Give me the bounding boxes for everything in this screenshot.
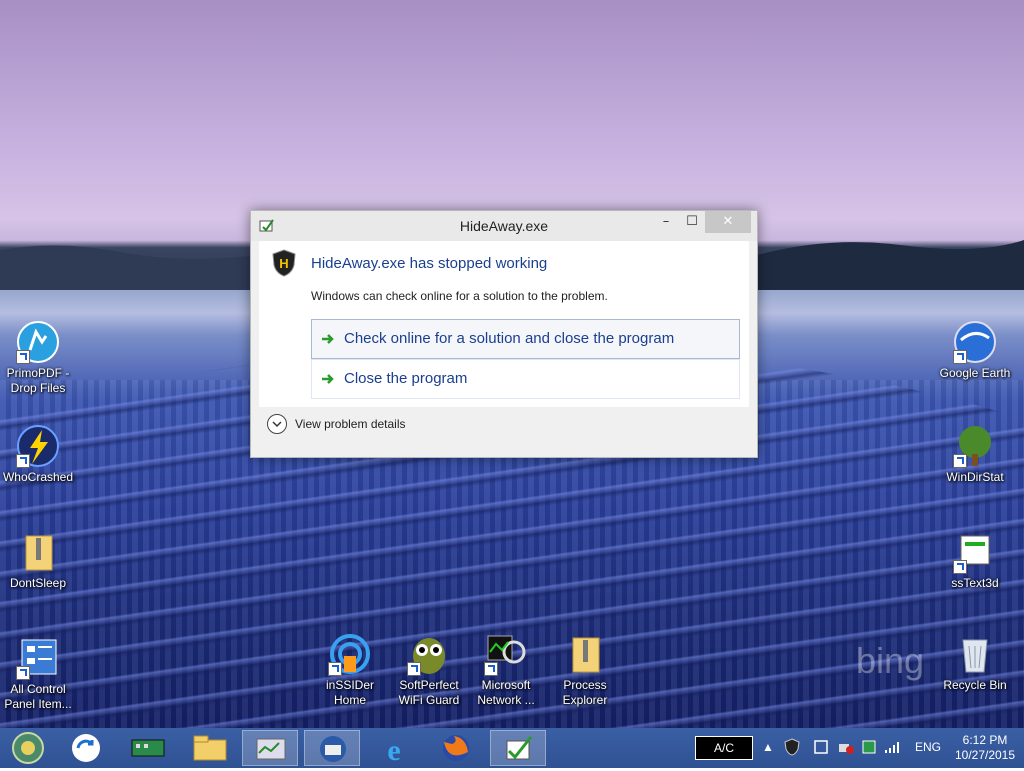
desktop-icon-dontsleep[interactable]: DontSleep bbox=[0, 530, 76, 591]
svg-text:e: e bbox=[387, 734, 400, 766]
google-earth-icon bbox=[953, 320, 997, 364]
taskbar-app-firefox[interactable] bbox=[428, 730, 484, 766]
taskbar-app-task-manager[interactable] bbox=[242, 730, 298, 766]
shield-tray-icon[interactable] bbox=[784, 738, 800, 756]
close-program-label: Close the program bbox=[344, 370, 468, 387]
start-button[interactable] bbox=[2, 730, 58, 766]
desktop-icon-label: DontSleep bbox=[9, 576, 67, 590]
screensaver-icon bbox=[953, 530, 997, 574]
desktop-icon-primopdf[interactable]: PrimoPDF - Drop Files bbox=[0, 320, 76, 396]
desktop-icon-windirstat[interactable]: WinDirStat bbox=[937, 424, 1013, 485]
tray-overflow-chevron-icon[interactable]: ▲ bbox=[762, 740, 774, 754]
clock-date: 10/27/2015 bbox=[954, 748, 1016, 762]
check-online-button[interactable]: Check online for a solution and close th… bbox=[311, 319, 740, 359]
shortcut-arrow-icon bbox=[16, 666, 30, 680]
view-details-label: View problem details bbox=[295, 417, 406, 431]
window-tray-icon[interactable] bbox=[814, 740, 828, 754]
primopdf-icon bbox=[16, 320, 60, 364]
shortcut-arrow-icon bbox=[953, 454, 967, 468]
chevron-down-icon bbox=[267, 414, 287, 434]
start-orb-icon bbox=[12, 732, 44, 764]
desktop-icon-label: Google Earth bbox=[939, 366, 1011, 380]
desktop-icon-label: Process Explorer bbox=[562, 678, 608, 707]
green-arrow-icon bbox=[322, 334, 334, 344]
bing-watermark: bing bbox=[856, 640, 925, 681]
desktop-icon-label: Recycle Bin bbox=[943, 678, 1007, 692]
network-error-icon[interactable] bbox=[838, 740, 854, 754]
shortcut-arrow-icon bbox=[16, 350, 30, 364]
taskbar-app-network-card[interactable] bbox=[120, 730, 176, 766]
dialog-titlebar[interactable]: HideAway.exe – ☐ ✕ bbox=[251, 211, 757, 241]
ac-indicator[interactable]: A/C bbox=[695, 736, 753, 760]
error-dialog: HideAway.exe – ☐ ✕ H HideAway.exe has st… bbox=[250, 210, 758, 458]
shortcut-arrow-icon bbox=[328, 662, 342, 676]
svg-text:H: H bbox=[279, 256, 288, 271]
taskbar-app-internet-explorer[interactable]: e bbox=[366, 730, 422, 767]
error-heading: HideAway.exe has stopped working bbox=[311, 255, 548, 272]
task-manager-icon bbox=[256, 738, 286, 760]
windirstat-tree-icon bbox=[953, 424, 997, 468]
desktop-icon-inssider[interactable]: inSSIDer Home bbox=[312, 632, 388, 708]
whocrashed-icon bbox=[16, 424, 60, 468]
shortcut-arrow-icon bbox=[953, 560, 967, 574]
desktop: bing PrimoPDF - Drop Files WhoCrashed Do… bbox=[0, 0, 1024, 728]
shortcut-arrow-icon bbox=[16, 454, 30, 468]
thunderbird-icon bbox=[320, 736, 346, 762]
network-monitor-icon bbox=[484, 632, 528, 676]
signal-bars-icon[interactable] bbox=[884, 740, 902, 754]
dialog-content: H HideAway.exe has stopped working Windo… bbox=[259, 241, 749, 407]
desktop-icon-label: SoftPerfect WiFi Guard bbox=[398, 678, 460, 707]
shortcut-arrow-icon bbox=[407, 662, 421, 676]
taskbar-app-file-explorer[interactable] bbox=[182, 730, 238, 766]
clock[interactable]: 6:12 PM 10/27/2015 bbox=[950, 733, 1020, 763]
desktop-icon-label: All Control Panel Item... bbox=[4, 682, 72, 711]
network-card-icon bbox=[131, 739, 165, 757]
internet-explorer-icon: e bbox=[387, 734, 400, 767]
desktop-icon-network-monitor[interactable]: Microsoft Network ... bbox=[468, 632, 544, 708]
desktop-icon-whocrashed[interactable]: WhoCrashed bbox=[0, 424, 76, 485]
desktop-icon-label: WhoCrashed bbox=[2, 470, 74, 484]
desktop-icon-process-explorer[interactable]: Process Explorer bbox=[547, 632, 623, 708]
desktop-icon-google-earth[interactable]: Google Earth bbox=[937, 320, 1013, 381]
desktop-icon-sstext3d[interactable]: ssText3d bbox=[937, 530, 1013, 591]
zip-folder-icon bbox=[16, 530, 60, 574]
hideaway-check-icon bbox=[506, 736, 533, 760]
green-app-tray-icon[interactable] bbox=[862, 740, 876, 754]
taskbar-app-hideaway[interactable] bbox=[490, 730, 546, 766]
taskbar-app-thunderbird[interactable] bbox=[304, 730, 360, 766]
maximize-button[interactable]: ☐ bbox=[677, 211, 707, 233]
desktop-icon-softperfect[interactable]: SoftPerfect WiFi Guard bbox=[391, 632, 467, 708]
close-program-button[interactable]: Close the program bbox=[311, 359, 740, 399]
control-panel-icon bbox=[16, 636, 60, 680]
desktop-icon-recycle-bin[interactable]: Recycle Bin bbox=[937, 632, 1013, 693]
folder-icon bbox=[193, 735, 227, 761]
desktop-icon-label: Microsoft Network ... bbox=[477, 678, 535, 707]
shortcut-arrow-icon bbox=[953, 350, 967, 364]
zip-folder-icon bbox=[563, 632, 607, 676]
refresh-icon bbox=[72, 734, 100, 762]
desktop-icon-label: inSSIDer Home bbox=[325, 678, 375, 707]
green-arrow-icon bbox=[322, 374, 334, 384]
error-message: Windows can check online for a solution … bbox=[311, 289, 608, 303]
desktop-icon-label: ssText3d bbox=[951, 576, 999, 590]
close-button[interactable]: ✕ bbox=[705, 211, 751, 233]
owl-icon bbox=[407, 632, 451, 676]
recycle-bin-icon bbox=[953, 632, 997, 676]
inssider-icon bbox=[328, 632, 372, 676]
language-indicator[interactable]: ENG bbox=[915, 740, 941, 754]
check-online-label: Check online for a solution and close th… bbox=[344, 330, 675, 347]
shield-app-icon: H bbox=[272, 249, 296, 277]
desktop-icon-label: PrimoPDF - Drop Files bbox=[6, 366, 70, 395]
firefox-icon bbox=[443, 735, 469, 761]
shortcut-arrow-icon bbox=[484, 662, 498, 676]
taskbar: e A/C ▲ ENG 6:12 PM 10/27/2015 bbox=[0, 728, 1024, 768]
desktop-icon-label: WinDirStat bbox=[946, 470, 1004, 484]
taskbar-app-refresh[interactable] bbox=[58, 730, 114, 766]
clock-time: 6:12 PM bbox=[962, 733, 1008, 747]
desktop-icon-control-panel[interactable]: All Control Panel Item... bbox=[0, 636, 76, 712]
